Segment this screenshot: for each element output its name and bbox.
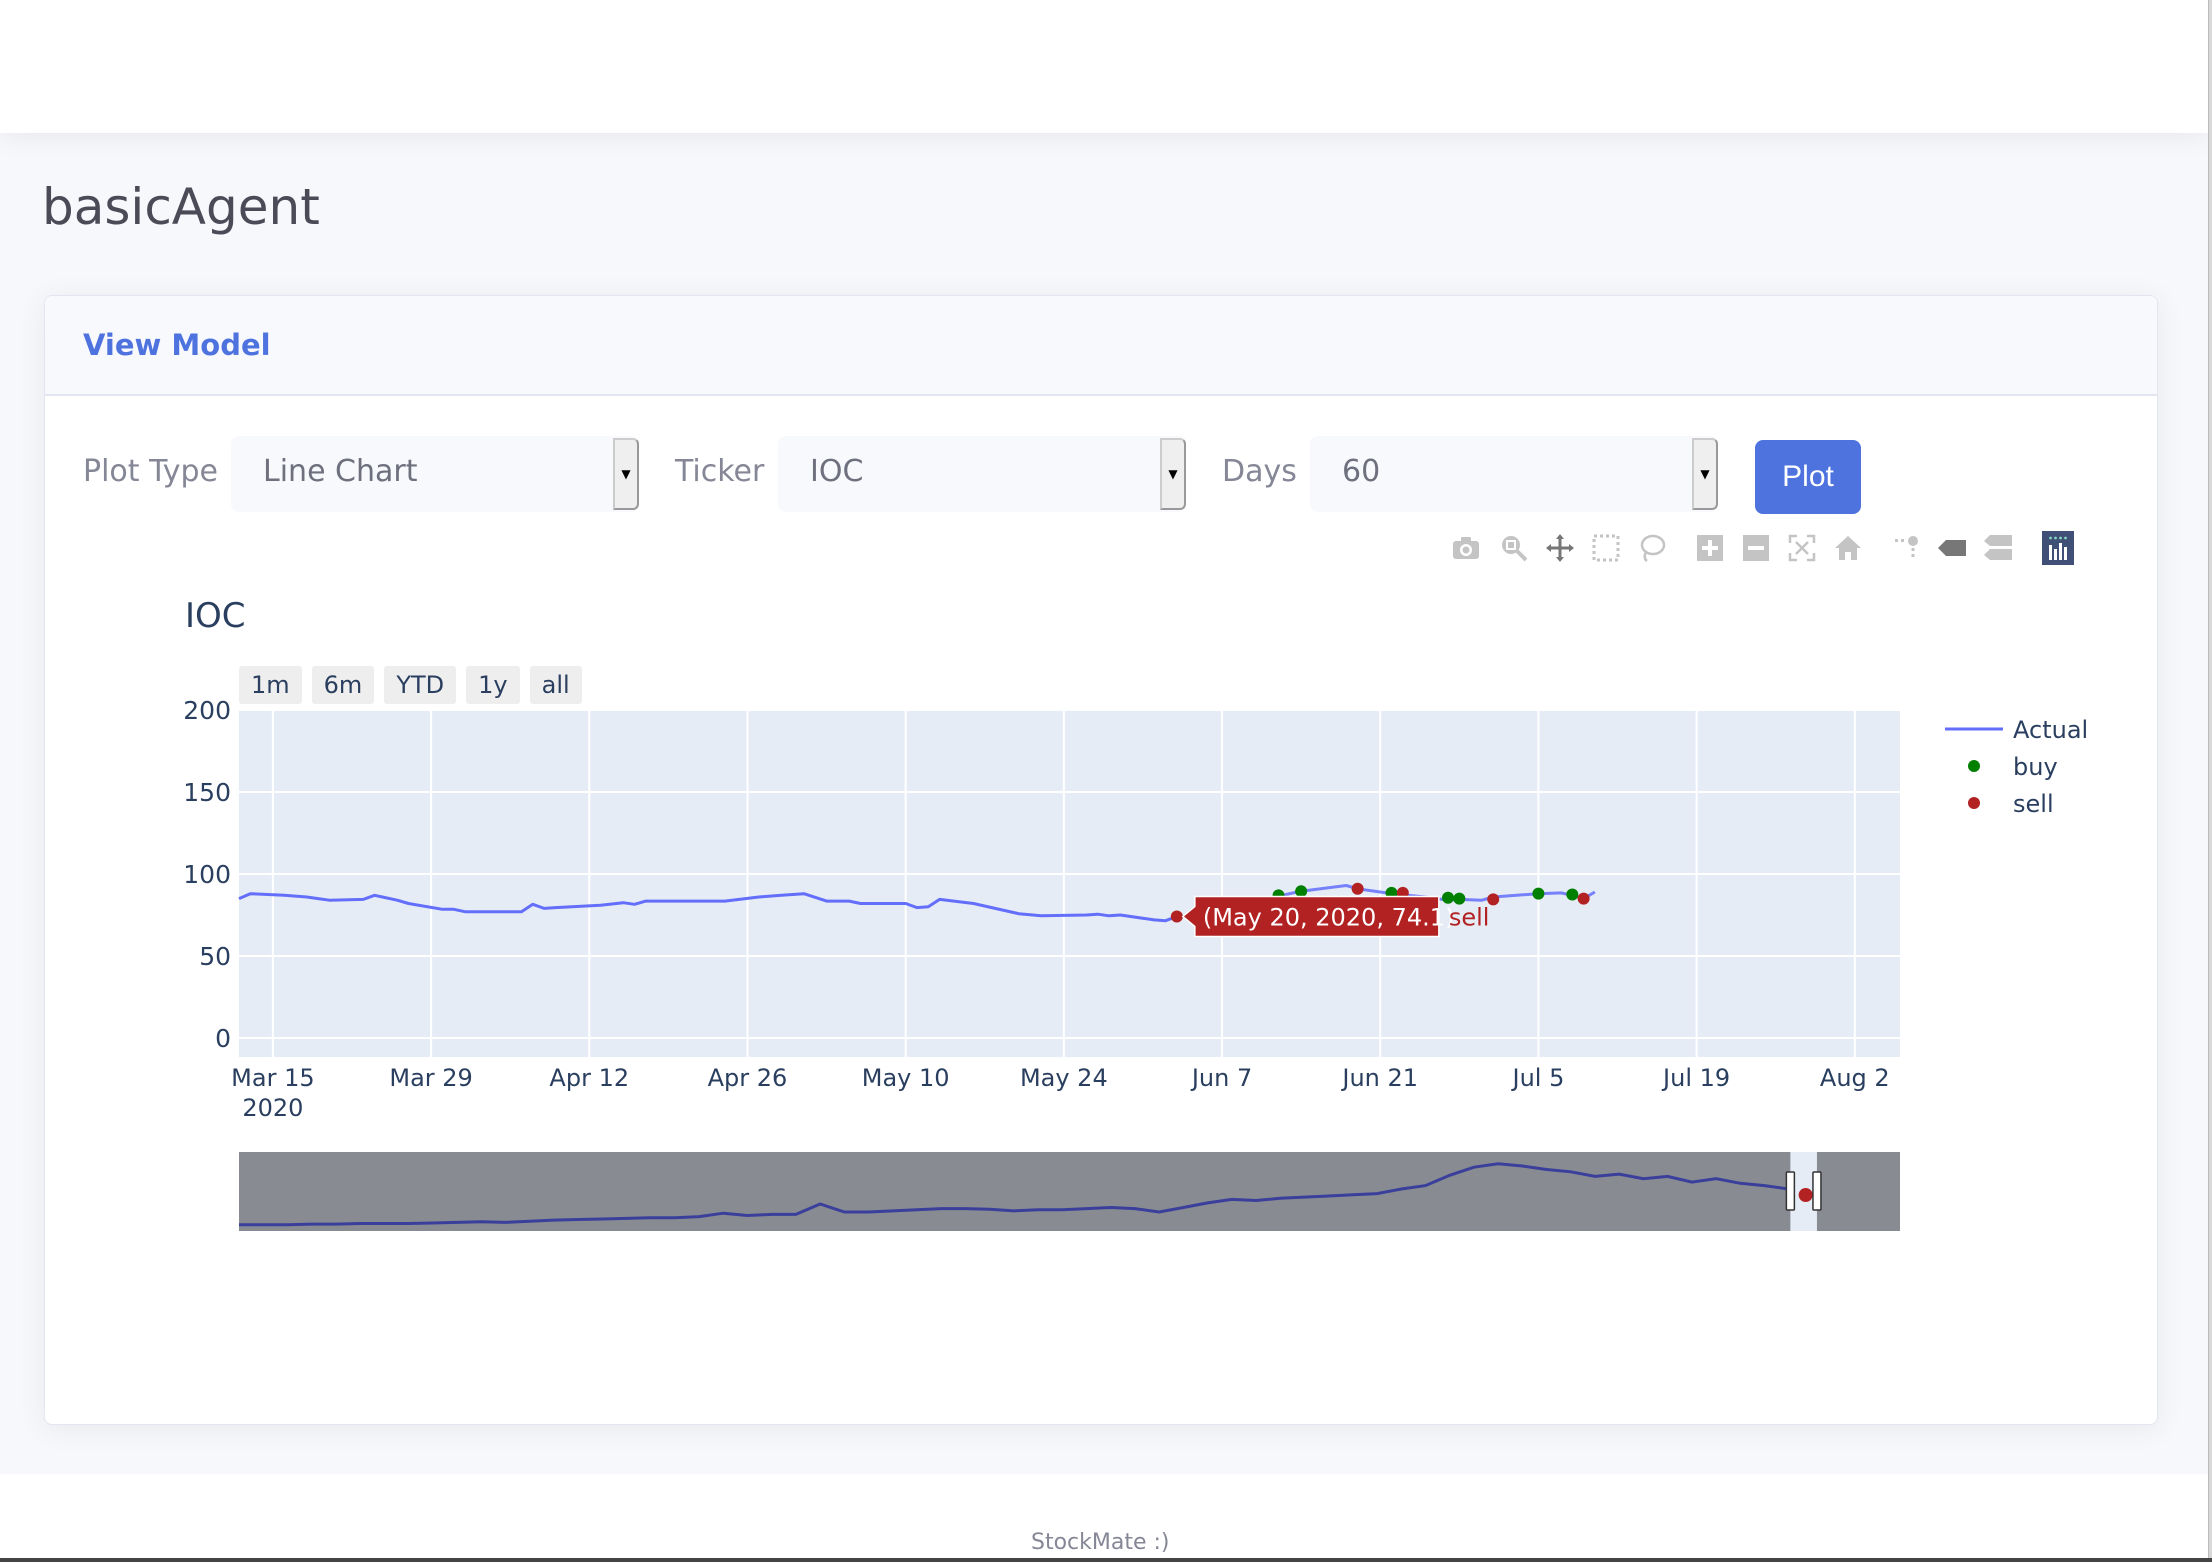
x-tick-label: Jul 19 xyxy=(1661,1064,1730,1092)
sell-marker[interactable] xyxy=(1351,882,1364,895)
range-slider[interactable] xyxy=(239,1152,1900,1231)
chart-modebar xyxy=(1449,531,2157,571)
zoom-out-icon[interactable] xyxy=(1739,531,1773,565)
view-model-card: View Model Plot Type Line Chart ▼ Ticker… xyxy=(44,295,2158,1425)
spike-lines-icon[interactable] xyxy=(1889,531,1923,565)
sell-marker[interactable] xyxy=(1170,910,1183,923)
box-select-icon[interactable] xyxy=(1589,531,1623,565)
hover-tooltip-text: (May 20, 2020, 74.1) xyxy=(1203,903,1455,931)
plot-type-value: Line Chart xyxy=(263,454,418,489)
y-tick-label: 0 xyxy=(215,1024,231,1053)
plot-button[interactable]: Plot xyxy=(1755,440,1861,514)
hover-closest-icon[interactable] xyxy=(1935,531,1969,565)
legend-item-actual[interactable]: Actual xyxy=(2013,716,2088,744)
chevron-down-icon[interactable]: ▼ xyxy=(613,438,639,510)
days-value: 60 xyxy=(1342,454,1381,489)
card-header: View Model xyxy=(45,296,2157,396)
camera-icon[interactable] xyxy=(1449,531,1483,565)
x-tick-label: Aug 2 xyxy=(1820,1064,1890,1092)
plot-area[interactable] xyxy=(239,709,1900,1057)
x-tick-label: Mar 29 xyxy=(389,1064,472,1092)
plot-type-select[interactable]: Line Chart ▼ xyxy=(231,436,639,512)
plotly-logo-icon[interactable] xyxy=(2041,531,2075,565)
buy-marker[interactable] xyxy=(1442,891,1455,904)
buy-marker[interactable] xyxy=(1566,888,1579,901)
legend-marker-icon[interactable] xyxy=(1968,760,1980,772)
x-tick-year-label: 2020 xyxy=(242,1094,303,1122)
pan-icon[interactable] xyxy=(1543,531,1577,565)
chevron-down-icon[interactable]: ▼ xyxy=(1160,438,1186,510)
x-tick-label: May 24 xyxy=(1020,1064,1108,1092)
plot-type-label: Plot Type xyxy=(83,454,218,489)
y-tick-label: 50 xyxy=(199,942,231,971)
lasso-select-icon[interactable] xyxy=(1635,531,1669,565)
zoom-in-icon[interactable] xyxy=(1693,531,1727,565)
y-tick-label: 100 xyxy=(183,860,231,889)
chart-container: IOC 1m 6m YTD 1y all 0 50 100 150 200 Mar 15… xyxy=(45,586,2158,1425)
hover-compare-icon[interactable] xyxy=(1981,531,2015,565)
days-label: Days xyxy=(1222,454,1297,489)
y-tick-label: 200 xyxy=(183,696,231,725)
chevron-down-icon[interactable]: ▼ xyxy=(1692,438,1718,510)
ticker-value: IOC xyxy=(810,454,864,489)
range-slider-handle-right[interactable] xyxy=(1812,1171,1822,1211)
page-title: basicAgent xyxy=(42,178,320,236)
sell-marker[interactable] xyxy=(1577,892,1590,905)
x-tick-label: May 10 xyxy=(862,1064,950,1092)
legend-item-sell[interactable]: sell xyxy=(2013,790,2054,818)
legend-marker-icon[interactable] xyxy=(1968,797,1980,809)
ticker-select[interactable]: IOC ▼ xyxy=(778,436,1186,512)
x-tick-label: Apr 12 xyxy=(549,1064,629,1092)
hover-tooltip-series: sell xyxy=(1449,903,1490,931)
range-slider-handle-left[interactable] xyxy=(1785,1171,1796,1211)
y-tick-label: 150 xyxy=(183,778,231,807)
scrollbar[interactable] xyxy=(2208,0,2212,1562)
zoom-icon[interactable] xyxy=(1497,531,1531,565)
x-tick-label: Jun 21 xyxy=(1340,1064,1418,1092)
days-select[interactable]: 60 ▼ xyxy=(1310,436,1718,512)
x-tick-label: Apr 26 xyxy=(708,1064,788,1092)
buy-marker[interactable] xyxy=(1532,887,1545,900)
autoscale-icon[interactable] xyxy=(1785,531,1819,565)
footer: StockMate :) xyxy=(0,1474,2208,1562)
x-tick-label: Jul 5 xyxy=(1510,1064,1564,1092)
x-tick-label: Mar 15 xyxy=(231,1064,314,1092)
footer-text: StockMate :) xyxy=(1031,1530,1170,1555)
controls-row: Plot Type Line Chart ▼ Ticker IOC ▼ Days… xyxy=(45,436,2157,514)
reset-axes-icon[interactable] xyxy=(1831,531,1865,565)
x-tick-label: Jun 7 xyxy=(1190,1064,1252,1092)
range-slider-sell-marker xyxy=(1798,1188,1813,1202)
buy-marker[interactable] xyxy=(1295,885,1308,898)
window-bottom-edge xyxy=(0,1558,2212,1562)
card-title: View Model xyxy=(83,328,271,362)
legend-item-buy[interactable]: buy xyxy=(2013,753,2058,781)
ticker-label: Ticker xyxy=(675,454,765,489)
chart-svg[interactable]: 0 50 100 150 200 Mar 152020 Mar 29 Apr 12 Apr 2… xyxy=(45,586,2158,1425)
top-navbar xyxy=(0,0,2208,133)
